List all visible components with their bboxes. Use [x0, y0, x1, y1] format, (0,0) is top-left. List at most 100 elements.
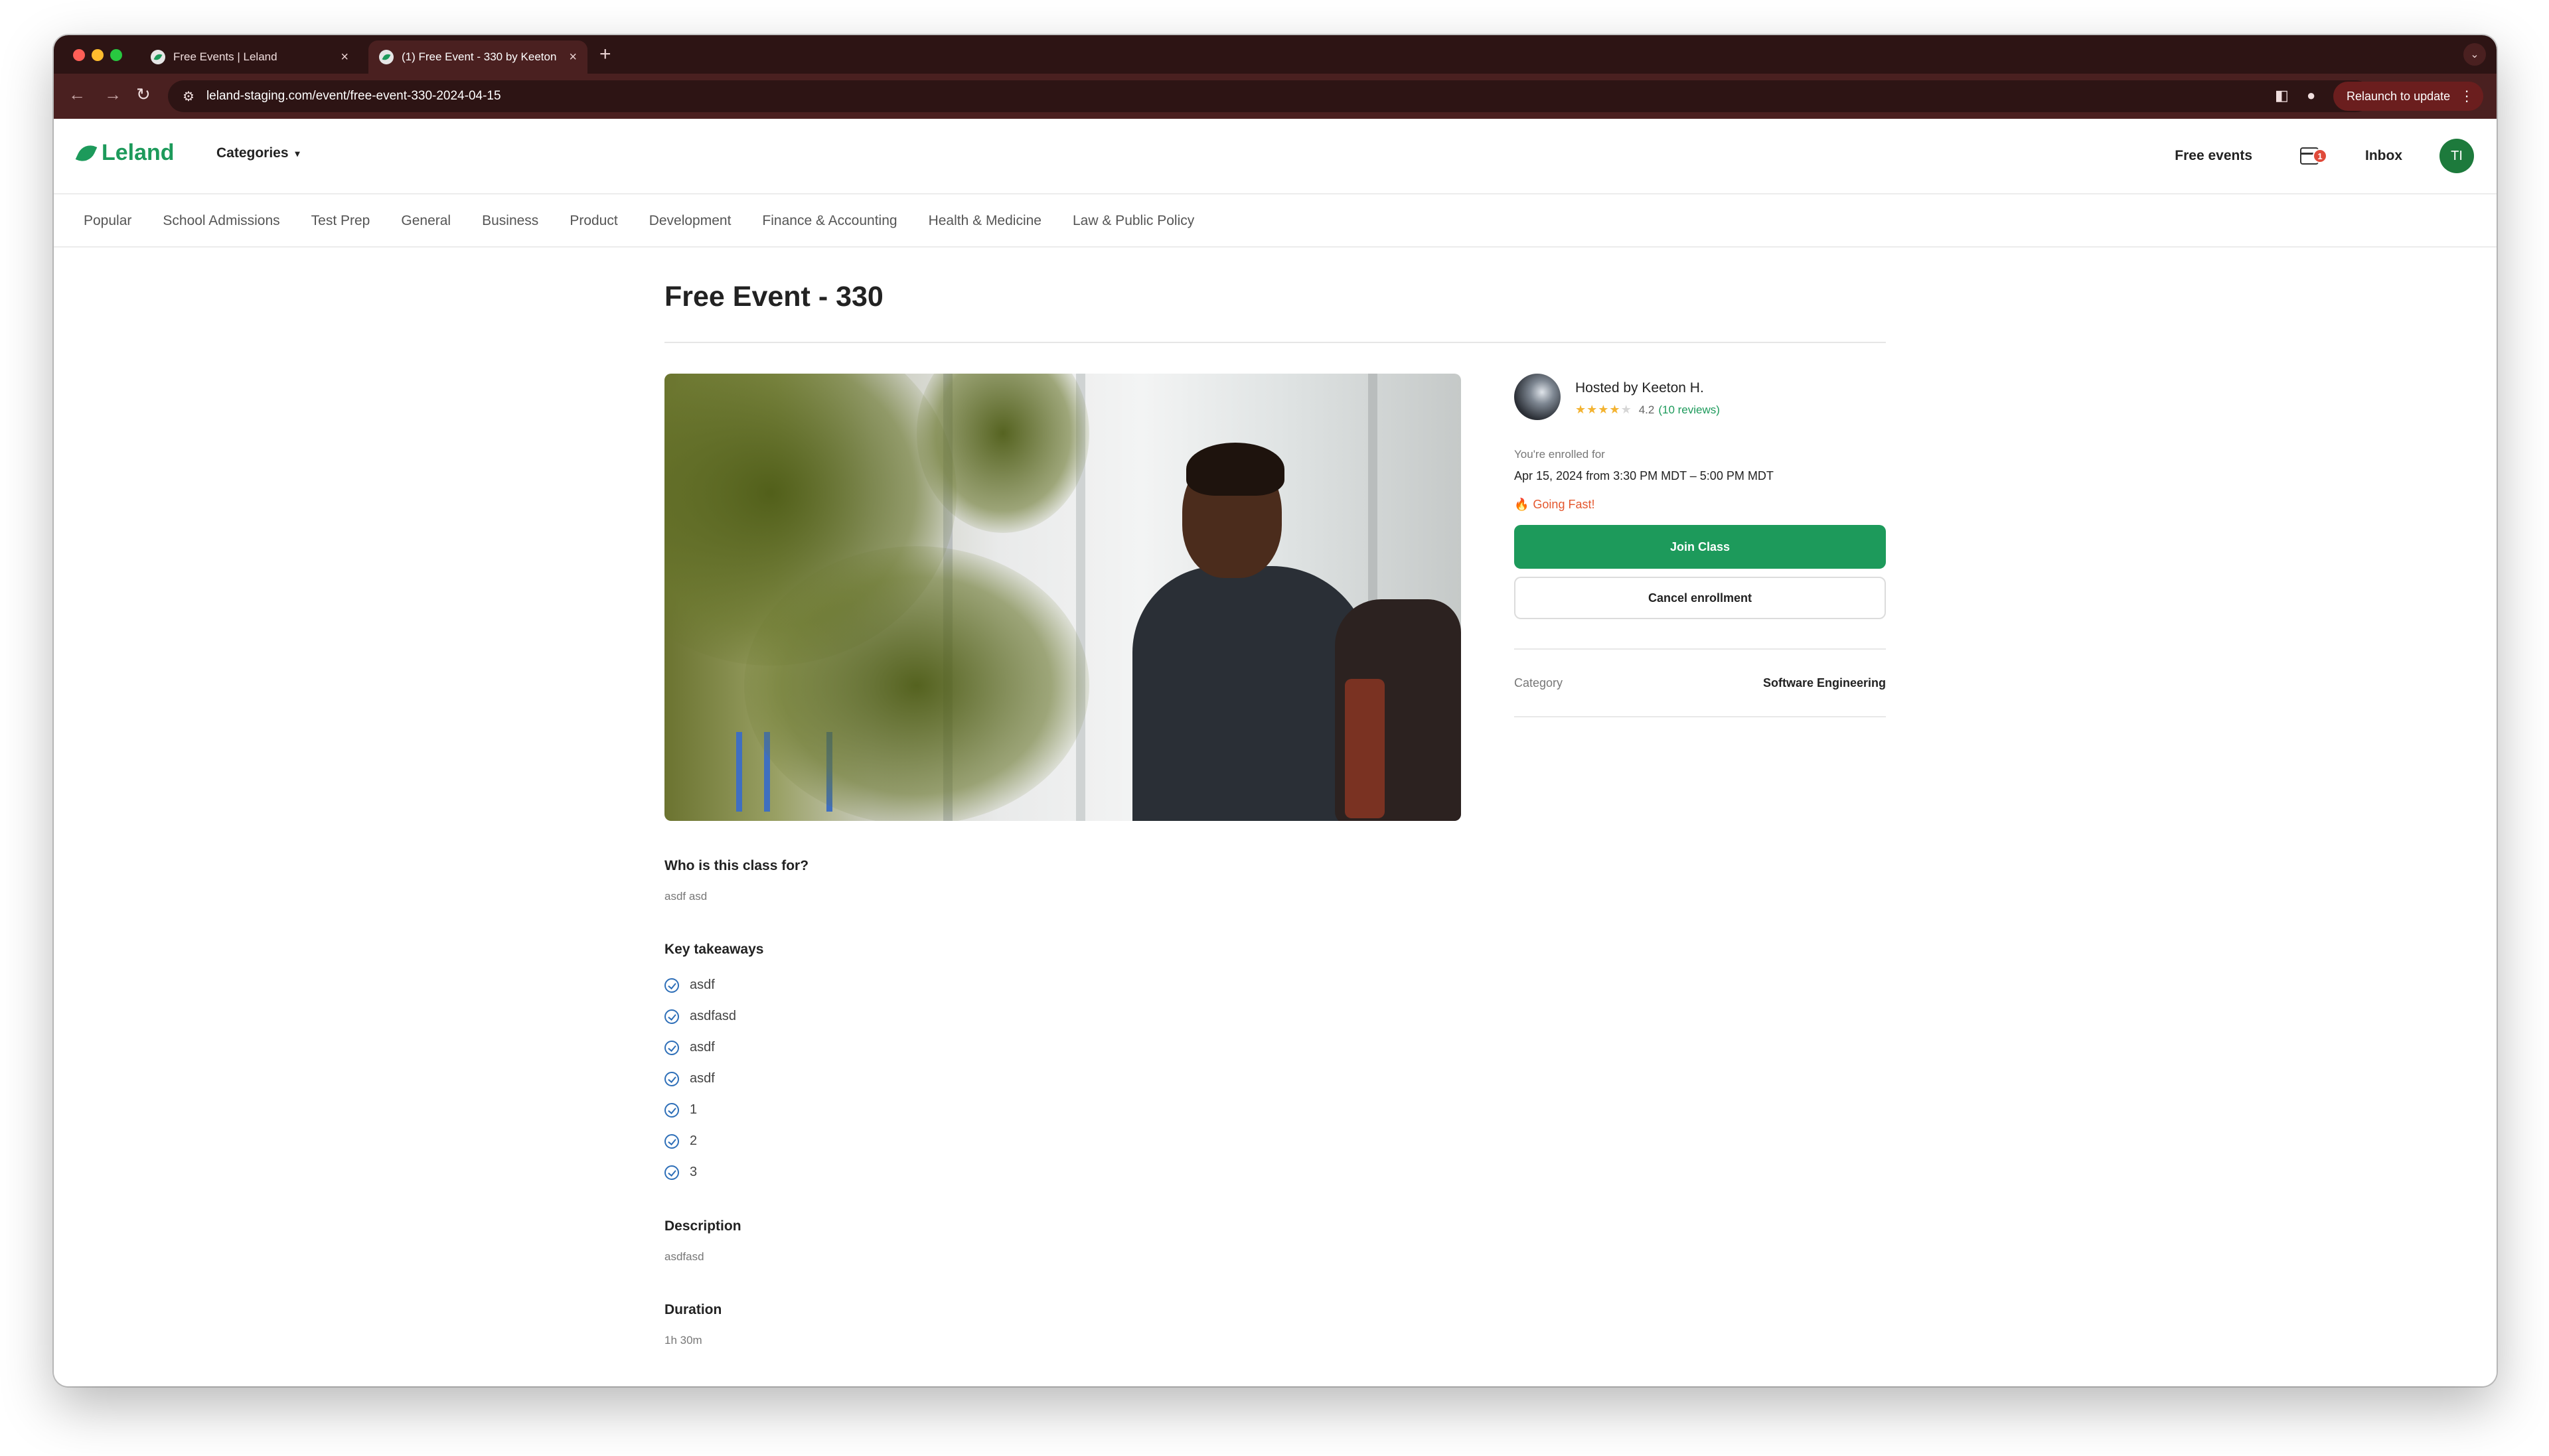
who-section: Who is this class for? asdf asd: [664, 858, 1461, 903]
tab-close-icon[interactable]: ×: [569, 50, 577, 65]
rating-value: 4.2: [1638, 403, 1655, 416]
category-row: Category Software Engineering: [1514, 650, 1886, 716]
categories-label: Categories: [216, 145, 289, 161]
site-header: Leland Categories ▾ Free events 1 Inbox …: [54, 119, 2497, 194]
tab-free-event-330[interactable]: (1) Free Event - 330 by Keeton ×: [368, 40, 587, 74]
tab-strip: Free Events | Leland × (1) Free Event - …: [54, 35, 2497, 74]
check-circle-icon: [664, 1071, 679, 1086]
tab-title: (1) Free Event - 330 by Keeton: [402, 50, 557, 63]
profile-icon[interactable]: ●: [2307, 87, 2315, 104]
host-row: Hosted by Keeton H. ★ ★ ★ ★ ★ 4.2 (10 re…: [1514, 374, 1886, 420]
category-nav: Popular School Admissions Test Prep Gene…: [54, 196, 2497, 248]
check-circle-icon: [664, 1102, 679, 1118]
star-empty-icon: ★: [1620, 403, 1632, 416]
leland-favicon-icon: [151, 50, 165, 64]
catnav-item-business[interactable]: Business: [482, 213, 538, 229]
star-icon: ★: [1609, 403, 1620, 416]
list-item: asdf: [664, 1032, 1461, 1063]
takeaways-section: Key takeaways asdf asdfasd asdf asdf 1 2…: [664, 942, 1461, 1188]
forward-arrow-icon[interactable]: →: [104, 84, 121, 105]
going-fast-label: Going Fast!: [1533, 498, 1595, 511]
takeaway-text: asdf: [690, 1040, 715, 1055]
enrolled-time: Apr 15, 2024 from 3:30 PM MDT – 5:00 PM …: [1514, 469, 1774, 482]
chevron-down-icon: ▾: [295, 147, 300, 159]
rating-row: ★ ★ ★ ★ ★ 4.2 (10 reviews): [1575, 403, 1720, 417]
tab-title: Free Events | Leland: [173, 50, 277, 63]
new-tab-button[interactable]: +: [599, 43, 611, 66]
join-class-button[interactable]: Join Class: [1514, 525, 1886, 569]
section-text: 1h 30m: [664, 1334, 702, 1347]
relaunch-button[interactable]: Relaunch to update ⋮: [2333, 82, 2484, 111]
more-menu-icon[interactable]: ⋮: [2459, 88, 2474, 105]
check-circle-icon: [664, 978, 679, 993]
list-item: asdf: [664, 1063, 1461, 1094]
takeaways-list: asdf asdfasd asdf asdf 1 2 3: [664, 970, 1461, 1188]
category-value: Software Engineering: [1762, 676, 1886, 690]
event-details: Who is this class for? asdf asd Key take…: [664, 858, 1461, 1386]
leland-logo[interactable]: Leland: [75, 140, 175, 166]
star-icon: ★: [1586, 403, 1598, 416]
catnav-item-development[interactable]: Development: [649, 213, 732, 229]
side-panel-icon[interactable]: ◧: [2275, 87, 2289, 104]
section-text: asdf asd: [664, 890, 708, 903]
catnav-item-law-public-policy[interactable]: Law & Public Policy: [1073, 213, 1194, 229]
section-text: asdfasd: [664, 1250, 704, 1263]
takeaway-text: asdf: [690, 978, 715, 992]
event-sidebar: Hosted by Keeton H. ★ ★ ★ ★ ★ 4.2 (10 re…: [1514, 374, 1886, 717]
site-info-icon[interactable]: ⚙: [183, 88, 194, 105]
header-actions: Free events 1 Inbox TI: [2175, 139, 2474, 173]
tab-close-icon[interactable]: ×: [341, 50, 348, 65]
catnav-item-health-medicine[interactable]: Health & Medicine: [929, 213, 1042, 229]
calendar-button[interactable]: 1: [2300, 146, 2328, 166]
browser-toolbar: ← → ↻ ⚙ leland-staging.com/event/free-ev…: [54, 74, 2497, 119]
check-circle-icon: [664, 1133, 679, 1149]
enrolled-label: You're enrolled for: [1514, 448, 1605, 461]
reload-icon[interactable]: ↻: [136, 84, 151, 105]
host-info: Hosted by Keeton H. ★ ★ ★ ★ ★ 4.2 (10 re…: [1575, 374, 1720, 417]
takeaway-text: 1: [690, 1102, 698, 1117]
leaf-logo-icon: [75, 141, 98, 165]
url-text[interactable]: leland-staging.com/event/free-event-330-…: [206, 89, 2343, 104]
going-fast-badge: 🔥 Going Fast!: [1514, 498, 1886, 512]
browser-window: Free Events | Leland × (1) Free Event - …: [54, 35, 2497, 1386]
takeaway-text: 3: [690, 1165, 698, 1179]
address-bar[interactable]: ⚙ leland-staging.com/event/free-event-33…: [168, 80, 2372, 112]
category-label: Category: [1514, 676, 1563, 690]
relaunch-label: Relaunch to update: [2347, 89, 2451, 103]
notification-badge: 1: [2313, 149, 2327, 163]
maximize-window-button[interactable]: [110, 49, 122, 61]
reviews-link[interactable]: (10 reviews): [1658, 403, 1720, 417]
check-circle-icon: [664, 1165, 679, 1180]
tab-search-icon[interactable]: ⌄: [2463, 43, 2486, 66]
blue-rail: [736, 732, 742, 812]
host-avatar[interactable]: [1514, 374, 1561, 420]
free-events-link[interactable]: Free events: [2175, 148, 2252, 164]
user-avatar[interactable]: TI: [2439, 139, 2474, 173]
check-circle-icon: [664, 1009, 679, 1024]
catnav-item-test-prep[interactable]: Test Prep: [311, 213, 370, 229]
minimize-window-button[interactable]: [92, 49, 104, 61]
page-title: Free Event - 330: [664, 281, 884, 313]
catnav-item-product[interactable]: Product: [570, 213, 617, 229]
close-window-button[interactable]: [73, 49, 85, 61]
host-name[interactable]: Hosted by Keeton H.: [1575, 380, 1720, 396]
fire-icon: 🔥: [1514, 498, 1529, 511]
inbox-link[interactable]: Inbox: [2365, 148, 2402, 164]
catnav-item-popular[interactable]: Popular: [84, 213, 131, 229]
catnav-item-general[interactable]: General: [401, 213, 451, 229]
tab-free-events[interactable]: Free Events | Leland ×: [140, 40, 359, 74]
catnav-item-school-admissions[interactable]: School Admissions: [163, 213, 279, 229]
logo-text: Leland: [102, 140, 175, 165]
back-arrow-icon[interactable]: ←: [68, 84, 86, 105]
leland-favicon-icon: [379, 50, 394, 64]
description-section: Description asdfasd: [664, 1218, 1461, 1264]
takeaway-text: 2: [690, 1133, 698, 1148]
list-item: asdfasd: [664, 1001, 1461, 1032]
section-title: Key takeaways: [664, 942, 764, 957]
catnav-item-finance-accounting[interactable]: Finance & Accounting: [762, 213, 897, 229]
page: Leland Categories ▾ Free events 1 Inbox …: [54, 119, 2497, 1386]
cancel-enrollment-button[interactable]: Cancel enrollment: [1514, 577, 1886, 619]
categories-dropdown[interactable]: Categories ▾: [216, 145, 300, 161]
plant-foliage: [744, 546, 1089, 821]
divider: [664, 342, 1886, 343]
